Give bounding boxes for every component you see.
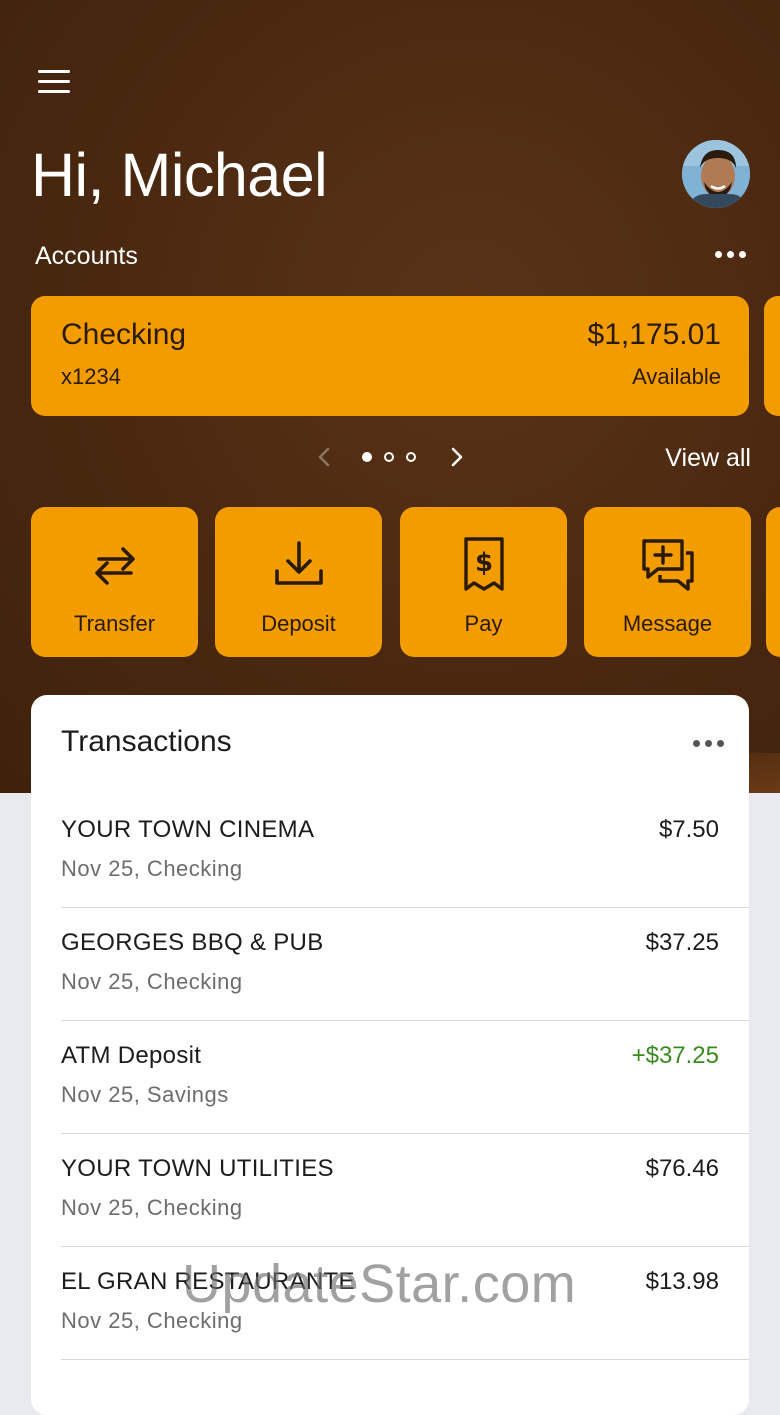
transaction-meta: Nov 25, Checking <box>61 969 243 994</box>
account-card-checking[interactable]: Checking x1234 $1,175.01 Available <box>31 296 749 416</box>
transaction-meta: Nov 25, Checking <box>61 1308 243 1333</box>
transaction-name: GEORGES BBQ & PUB <box>61 929 324 956</box>
chevron-right-icon[interactable] <box>442 442 472 472</box>
transaction-name: ATM Deposit <box>61 1042 202 1069</box>
transaction-name: YOUR TOWN UTILITIES <box>61 1155 334 1182</box>
deposit-label: Deposit <box>261 611 336 636</box>
message-label: Message <box>622 611 713 636</box>
deposit-button[interactable]: Deposit <box>215 507 382 657</box>
pay-label: Pay <box>464 611 503 636</box>
transfer-label: Transfer <box>73 611 156 636</box>
transactions-more-icon[interactable] <box>693 740 724 747</box>
deposit-icon <box>274 541 323 585</box>
pay-button[interactable]: $ Pay <box>400 507 567 657</box>
account-balance: $1,175.01 <box>587 318 721 351</box>
account-balance-label: Available <box>632 364 721 389</box>
account-number: x1234 <box>61 364 121 389</box>
transaction-row[interactable]: GEORGES BBQ & PUB Nov 25, Checking $37.2… <box>61 907 749 1021</box>
transaction-row[interactable]: ATM Deposit Nov 25, Savings +$37.25 <box>61 1020 749 1134</box>
transaction-meta: Nov 25, Savings <box>61 1082 229 1107</box>
greeting-title: Hi, Michael <box>31 141 328 209</box>
pay-icon: $ <box>463 537 504 591</box>
message-icon <box>641 539 694 591</box>
account-name: Checking <box>61 318 187 351</box>
transaction-row[interactable]: YOUR TOWN UTILITIES Nov 25, Checking $76… <box>61 1133 749 1247</box>
transaction-amount: $7.50 <box>658 816 719 843</box>
transaction-amount: $37.25 <box>645 929 719 956</box>
message-button[interactable]: Message <box>584 507 751 657</box>
transaction-row[interactable]: EL GRAN RESTAURANTE Nov 25, Checking $13… <box>61 1246 749 1360</box>
avatar[interactable] <box>682 140 750 208</box>
transactions-card: Transactions YOUR TOWN CINEMA Nov 25, Ch… <box>31 695 749 1415</box>
account-pager <box>310 440 470 476</box>
pager-dot[interactable] <box>384 452 394 462</box>
transaction-row[interactable]: YOUR TOWN CINEMA Nov 25, Checking $7.50 <box>61 794 749 908</box>
pager-dot[interactable] <box>406 452 416 462</box>
transaction-amount: $76.46 <box>645 1155 719 1182</box>
transaction-meta: Nov 25, Checking <box>61 856 243 881</box>
chevron-left-icon[interactable] <box>310 442 340 472</box>
transaction-meta: Nov 25, Checking <box>61 1195 243 1220</box>
transfer-icon <box>94 547 135 585</box>
svg-text:$: $ <box>474 548 492 578</box>
transactions-title: Transactions <box>61 725 232 758</box>
next-action-peek[interactable] <box>766 507 780 657</box>
transaction-amount: $13.98 <box>645 1268 719 1295</box>
transaction-name: EL GRAN RESTAURANTE <box>61 1268 355 1295</box>
hamburger-menu-icon[interactable] <box>38 70 70 96</box>
accounts-more-icon[interactable] <box>715 251 746 258</box>
transaction-name: YOUR TOWN CINEMA <box>61 816 315 843</box>
accounts-label: Accounts <box>35 242 138 270</box>
pager-dot-active[interactable] <box>362 452 372 462</box>
next-account-card-peek[interactable] <box>764 296 780 416</box>
transfer-button[interactable]: Transfer <box>31 507 198 657</box>
view-all-link[interactable]: View all <box>665 444 751 473</box>
profile-photo <box>682 140 750 208</box>
transaction-amount: +$37.25 <box>631 1042 719 1069</box>
